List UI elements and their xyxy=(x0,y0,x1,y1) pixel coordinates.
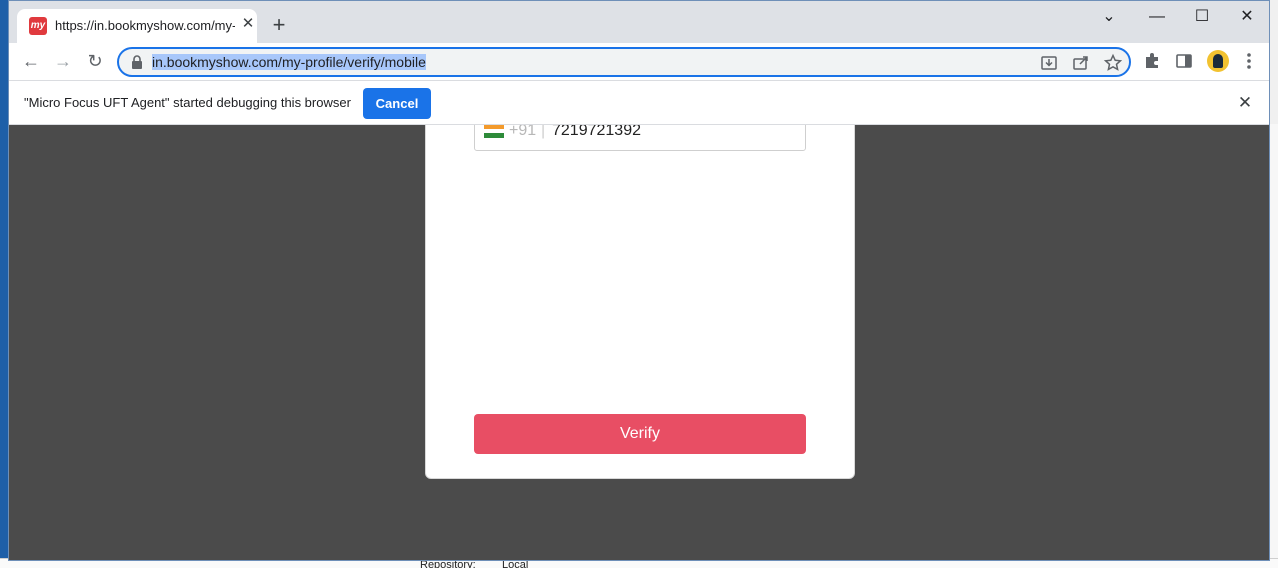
verify-mobile-modal: +91 | 7219721392 Verify xyxy=(425,125,855,479)
debugging-infobar: "Micro Focus UFT Agent" started debuggin… xyxy=(9,80,1269,125)
browser-toolbar: ← → ↻ in.bookmyshow.com/my-profile/verif… xyxy=(9,43,1269,80)
close-window-button[interactable]: ✕ xyxy=(1232,5,1262,29)
cancel-debugging-button[interactable]: Cancel xyxy=(363,88,431,119)
menu-kebab-icon[interactable] xyxy=(1238,50,1260,72)
tab-title: https://in.bookmyshow.com/my- xyxy=(55,18,235,33)
background-right-panel xyxy=(1270,124,1278,564)
back-button[interactable]: ← xyxy=(19,49,43,73)
browser-window: my https://in.bookmyshow.com/my- ✕ + ⌄ —… xyxy=(8,0,1270,561)
address-bar[interactable]: in.bookmyshow.com/my-profile/verify/mobi… xyxy=(117,47,1131,77)
country-code: +91 xyxy=(509,125,537,139)
mobile-number-value[interactable]: 7219721392 xyxy=(552,125,641,140)
side-panel-icon[interactable] xyxy=(1173,50,1195,72)
code-separator: | xyxy=(541,125,546,139)
url-text[interactable]: in.bookmyshow.com/my-profile/verify/mobi… xyxy=(152,54,426,70)
maximize-button[interactable]: ☐ xyxy=(1187,5,1217,29)
tab-strip: my https://in.bookmyshow.com/my- ✕ + ⌄ —… xyxy=(9,1,1269,43)
tab-close-icon[interactable]: ✕ xyxy=(239,15,257,33)
verify-button[interactable]: Verify xyxy=(474,414,806,454)
lock-icon[interactable] xyxy=(131,55,143,69)
extensions-puzzle-icon[interactable] xyxy=(1141,50,1163,72)
bookmyshow-favicon-icon: my xyxy=(29,17,47,35)
mobile-number-field[interactable]: +91 | 7219721392 xyxy=(474,125,806,151)
share-icon[interactable] xyxy=(1071,53,1091,73)
debugging-message: "Micro Focus UFT Agent" started debuggin… xyxy=(24,95,351,110)
profile-avatar[interactable] xyxy=(1207,50,1229,72)
background-left-strip xyxy=(0,0,8,568)
browser-tab[interactable]: my https://in.bookmyshow.com/my- ✕ xyxy=(17,9,257,43)
reload-button[interactable]: ↻ xyxy=(83,49,107,73)
install-app-icon[interactable] xyxy=(1039,53,1059,73)
india-flag-icon xyxy=(484,125,504,138)
page-viewport: +91 | 7219721392 Verify xyxy=(9,125,1269,560)
infobar-close-icon[interactable]: ✕ xyxy=(1235,93,1255,113)
minimize-button[interactable]: — xyxy=(1142,5,1172,29)
forward-button[interactable]: → xyxy=(51,49,75,73)
tab-search-icon[interactable]: ⌄ xyxy=(1094,5,1124,29)
new-tab-button[interactable]: + xyxy=(267,13,291,37)
bookmark-star-icon[interactable] xyxy=(1103,53,1123,73)
